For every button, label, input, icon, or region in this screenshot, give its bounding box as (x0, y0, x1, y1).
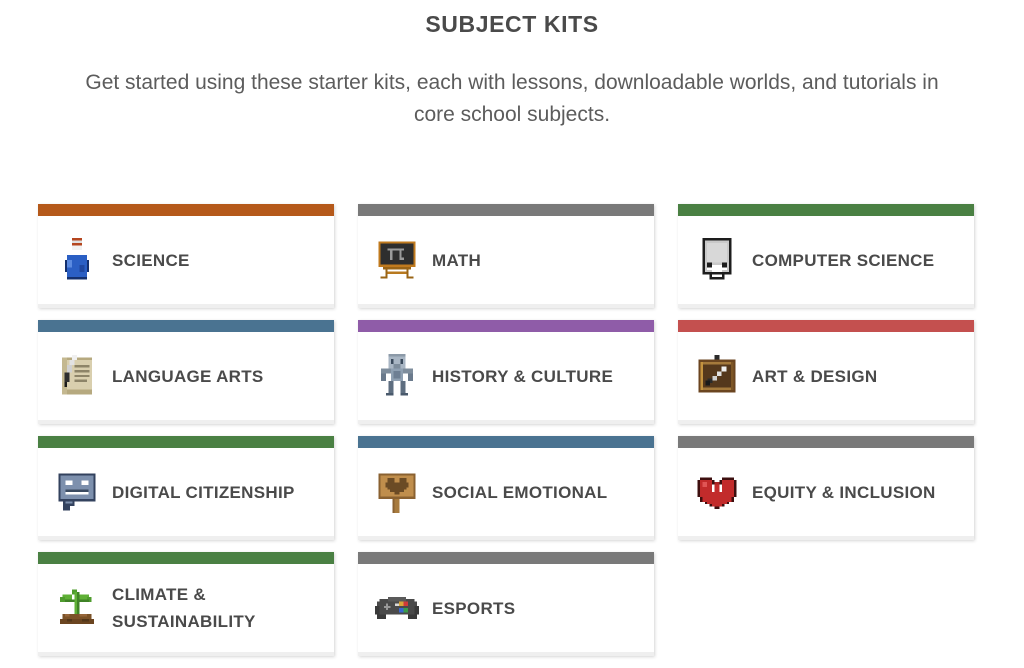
kit-card-digital-citizenship[interactable]: DIGITAL CITIZENSHIP (38, 436, 334, 540)
kit-card-body: SCIENCE (38, 216, 334, 304)
red-heart-icon (694, 469, 740, 515)
kit-card-art-design[interactable]: ART & DESIGN (678, 320, 974, 424)
kit-card-label: DIGITAL CITIZENSHIP (112, 482, 295, 502)
kit-card-accent-bar (358, 204, 654, 216)
kit-card-history-culture[interactable]: HISTORY & CULTURE (358, 320, 654, 424)
potion-bottle-icon (54, 237, 100, 283)
kit-card-math[interactable]: MATH (358, 204, 654, 308)
kit-card-esports[interactable]: ESPORTS (358, 552, 654, 656)
kit-card-accent-bar (358, 320, 654, 332)
kit-card-accent-bar (38, 320, 334, 332)
iron-golem-icon (374, 353, 420, 399)
kit-card-accent-bar (358, 552, 654, 564)
kit-card-body: EQUITY & INCLUSION (678, 448, 974, 536)
kit-card-label: MATH (432, 250, 482, 270)
kit-card-label: LANGUAGE ARTS (112, 366, 264, 386)
kit-card-label: EQUITY & INCLUSION (752, 482, 936, 502)
framed-painting-icon (694, 353, 740, 399)
heart-sign-icon (374, 469, 420, 515)
kit-card-accent-bar (38, 204, 334, 216)
kit-card-label: HISTORY & CULTURE (432, 366, 614, 386)
kit-card-body: HISTORY & CULTURE (358, 332, 654, 420)
kit-card-science[interactable]: SCIENCE (38, 204, 334, 308)
page-subtitle: Get started using these starter kits, ea… (85, 71, 939, 126)
kit-card-accent-bar (38, 436, 334, 448)
kit-card-accent-bar (678, 436, 974, 448)
kit-card-language-arts[interactable]: LANGUAGE ARTS (38, 320, 334, 424)
book-and-quill-icon (54, 353, 100, 399)
kit-card-accent-bar (38, 552, 334, 564)
kit-card-body: ESPORTS (358, 564, 654, 652)
kit-card-label: SCIENCE (112, 250, 190, 270)
kit-card-body: MATH (358, 216, 654, 304)
kit-card-body: CLIMATE & SUSTAINABILITY (38, 564, 334, 652)
sapling-icon (54, 585, 100, 631)
chat-bubble-face-icon (54, 469, 100, 515)
kit-card-accent-bar (678, 320, 974, 332)
kit-card-body: ART & DESIGN (678, 332, 974, 420)
kit-card-body: LANGUAGE ARTS (38, 332, 334, 420)
kit-card-climate-sustainability[interactable]: CLIMATE & SUSTAINABILITY (38, 552, 334, 656)
kit-card-label: ART & DESIGN (752, 366, 878, 386)
kit-card-body: SOCIAL EMOTIONAL (358, 448, 654, 536)
page-title: SUBJECT KITS (425, 11, 599, 37)
blackboard-icon (374, 237, 420, 283)
kit-card-label: ESPORTS (432, 598, 516, 618)
kit-card-social-emotional[interactable]: SOCIAL EMOTIONAL (358, 436, 654, 540)
kit-card-label: CLIMATE & SUSTAINABILITY (112, 585, 256, 631)
kit-card-accent-bar (678, 204, 974, 216)
game-controller-icon (374, 585, 420, 631)
kit-card-label: COMPUTER SCIENCE (752, 250, 935, 270)
kit-card-computer-science[interactable]: COMPUTER SCIENCE (678, 204, 974, 308)
subject-kits-page: SUBJECT KITS Get started using these sta… (0, 0, 1024, 668)
kit-card-label: SOCIAL EMOTIONAL (432, 482, 608, 502)
kit-card-body: DIGITAL CITIZENSHIP (38, 448, 334, 536)
kit-card-accent-bar (358, 436, 654, 448)
kit-card-equity-inclusion[interactable]: EQUITY & INCLUSION (678, 436, 974, 540)
kit-card-body: COMPUTER SCIENCE (678, 216, 974, 304)
subject-kit-grid: SCIENCE MATH COMPUTER SCIENCE LANGUAGE A… (38, 204, 986, 656)
ghast-face-icon (694, 237, 740, 283)
